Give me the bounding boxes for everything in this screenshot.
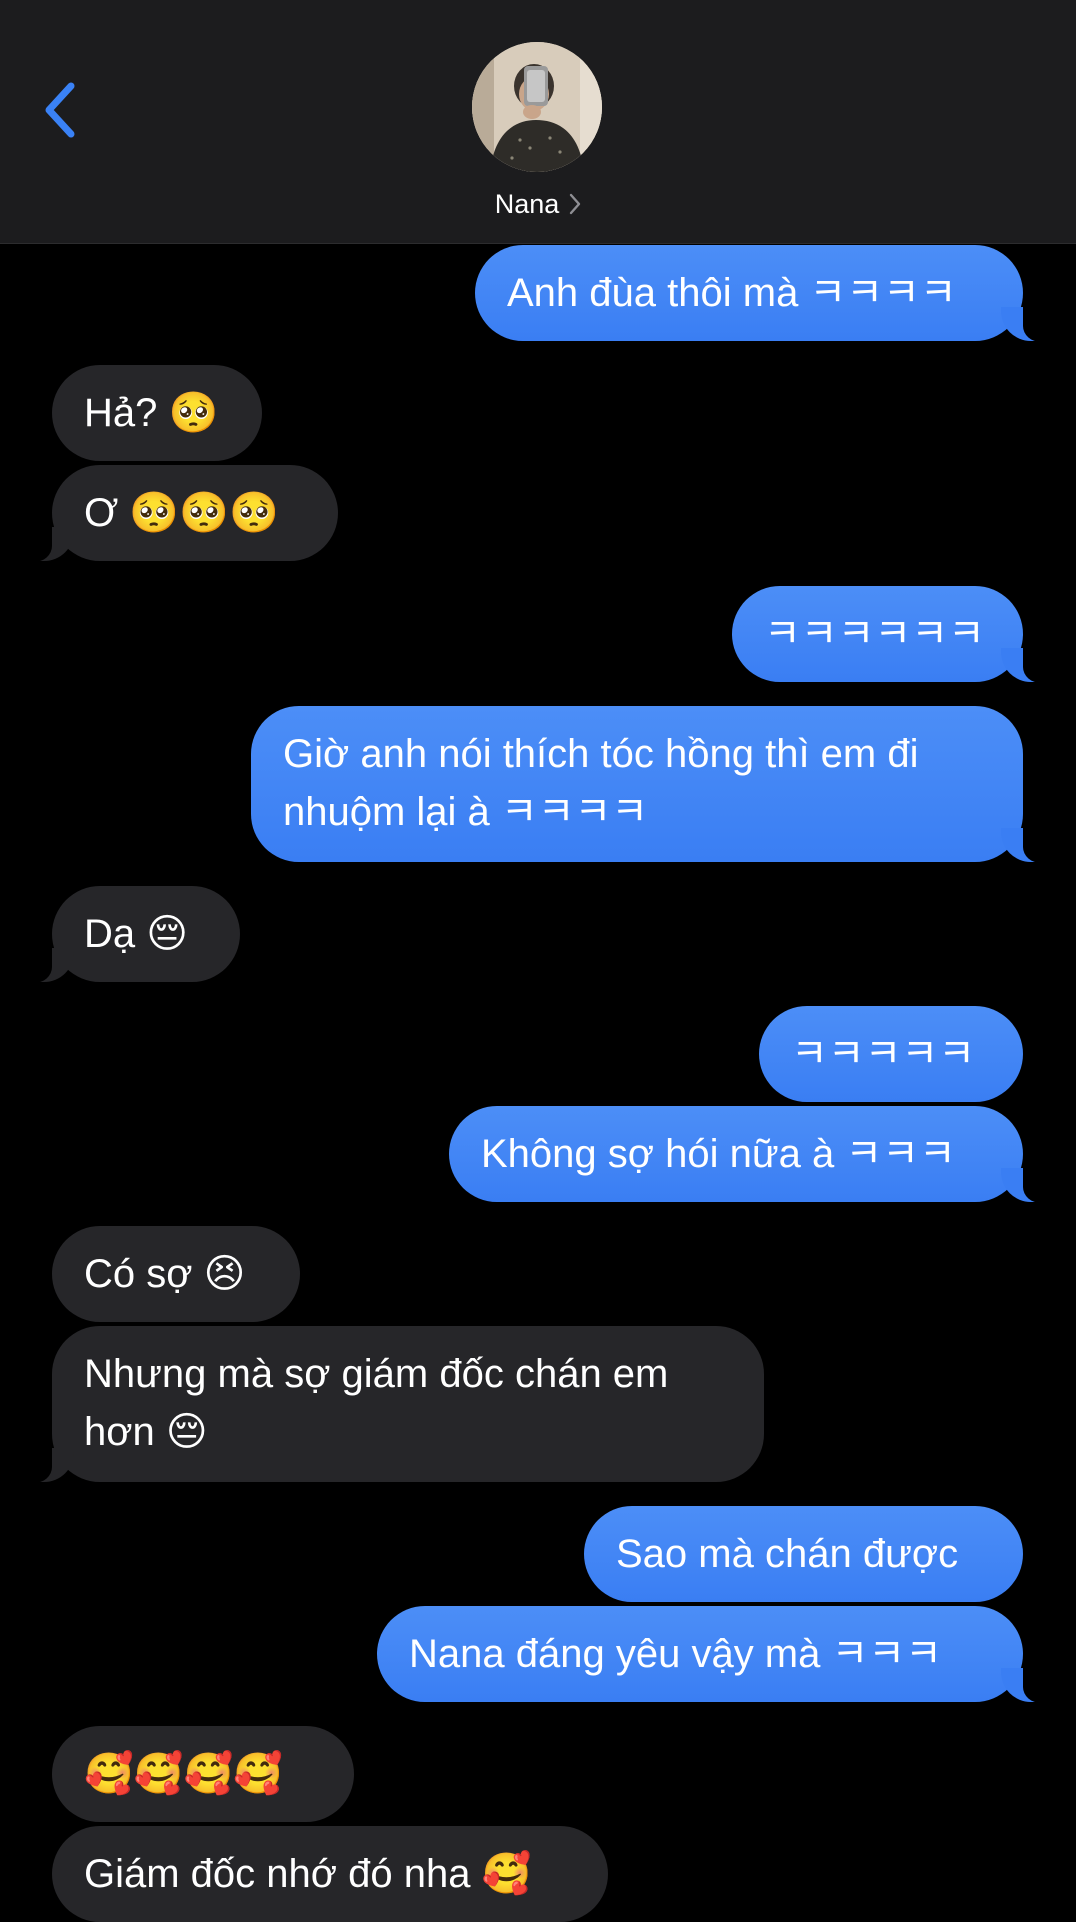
contact-name-button[interactable]: Nana: [0, 184, 1076, 224]
message-text: ㅋㅋㅋㅋㅋㅋ: [764, 612, 985, 656]
message-bubble-received[interactable]: Dạ 😔: [22, 886, 240, 983]
message-bubble-sent[interactable]: Không sợ hói nữa à ㅋㅋㅋ: [449, 1106, 1053, 1203]
back-button[interactable]: [34, 70, 84, 150]
message-bubble-sent[interactable]: Sao mà chán được: [584, 1506, 1023, 1602]
message-bubble-sent[interactable]: Anh đùa thôi mà ㅋㅋㅋㅋ: [475, 245, 1053, 342]
chevron-right-icon: [569, 193, 581, 215]
message-text: Hả? 🥺: [84, 391, 219, 435]
message-bubble-sent[interactable]: Giờ anh nói thích tóc hồng thì em đi nhu…: [251, 706, 1053, 863]
message-text: Sao mà chán được: [616, 1532, 959, 1576]
message-text: Dạ 😔: [84, 912, 188, 956]
avatar[interactable]: [472, 42, 602, 172]
contact-name: Nana: [494, 188, 560, 219]
message-bubble-received[interactable]: Nhưng mà sợ giám đốc chán em hơn 😔: [22, 1326, 764, 1483]
message-bubble-sent[interactable]: ㅋㅋㅋㅋㅋ: [759, 1006, 1023, 1102]
message-text: Ơ 🥺🥺🥺: [84, 491, 279, 535]
conversation-header: Nana: [0, 0, 1076, 244]
message-thread[interactable]: Anh đùa thôi mà ㅋㅋㅋㅋ Hả? 🥺 Ơ 🥺🥺🥺 ㅋㅋㅋㅋㅋㅋ …: [0, 0, 1076, 1922]
chevron-left-icon: [45, 82, 75, 138]
message-text: Giờ anh nói thích tóc hồng thì em đi nhu…: [283, 732, 919, 834]
message-text: 🥰🥰🥰🥰: [84, 1752, 284, 1796]
contact-photo: [472, 42, 602, 172]
message-text: Nana đáng yêu vậy mà ㅋㅋㅋ: [409, 1632, 942, 1676]
message-text: Anh đùa thôi mà ㅋㅋㅋㅋ: [507, 271, 957, 315]
message-bubble-received[interactable]: Có sợ 😣: [52, 1226, 300, 1322]
message-bubble-received[interactable]: Hả? 🥺: [52, 365, 262, 461]
message-text: Có sợ 😣: [84, 1252, 246, 1296]
message-bubble-received[interactable]: 🥰🥰🥰🥰: [52, 1726, 354, 1822]
message-text: ㅋㅋㅋㅋㅋ: [791, 1032, 975, 1076]
message-bubble-received[interactable]: Giám đốc nhớ đó nha 🥰: [52, 1826, 608, 1922]
message-text: Không sợ hói nữa à ㅋㅋㅋ: [481, 1132, 956, 1176]
message-text: Nhưng mà sợ giám đốc chán em hơn 😔: [84, 1352, 669, 1454]
message-bubble-sent[interactable]: ㅋㅋㅋㅋㅋㅋ: [732, 586, 1053, 683]
message-bubble-sent[interactable]: Nana đáng yêu vậy mà ㅋㅋㅋ: [377, 1606, 1053, 1703]
message-bubble-received[interactable]: Ơ 🥺🥺🥺: [22, 465, 338, 562]
message-text: Giám đốc nhớ đó nha 🥰: [84, 1852, 532, 1896]
